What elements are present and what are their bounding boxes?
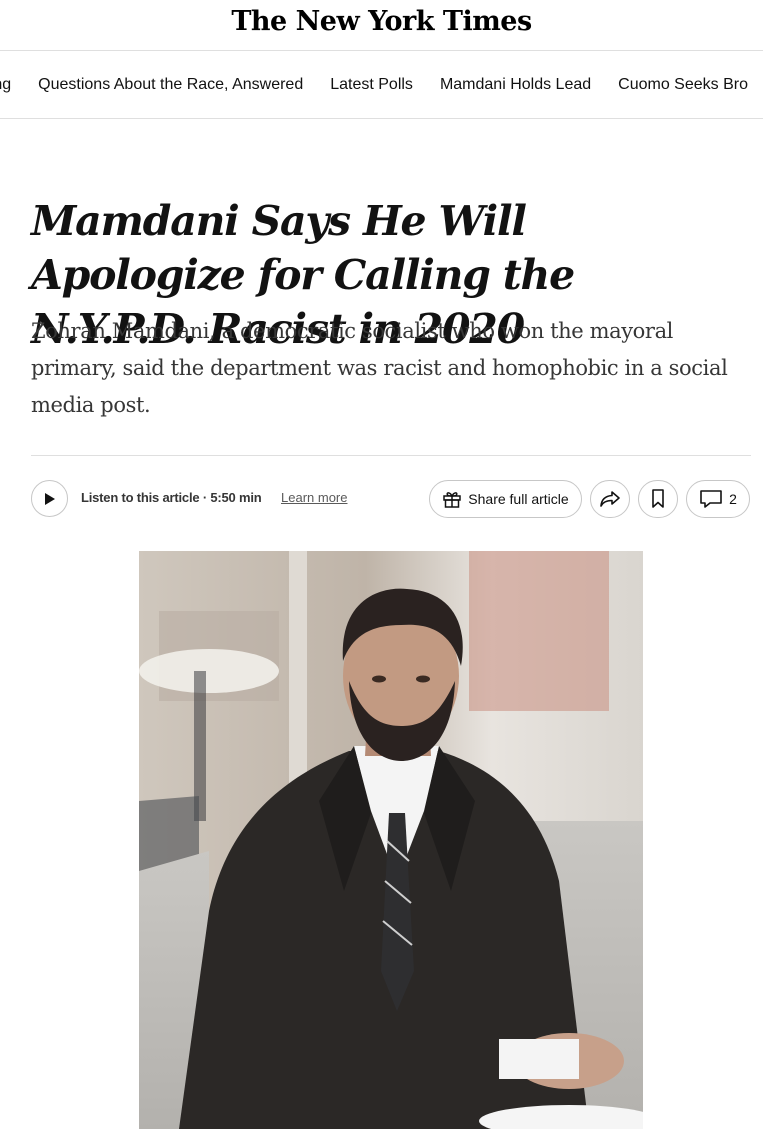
share-full-article-label: Share full article: [468, 491, 569, 507]
topic-ribbon: nning Questions About the Race, Answered…: [0, 51, 763, 119]
ribbon-item-mamdani-lead[interactable]: Mamdani Holds Lead: [440, 75, 591, 95]
share-button[interactable]: [590, 480, 630, 518]
ribbon-item-questions[interactable]: Questions About the Race, Answered: [38, 75, 303, 95]
play-icon: [44, 492, 55, 505]
play-audio-button[interactable]: [31, 480, 68, 517]
save-button[interactable]: [638, 480, 678, 518]
comments-count: 2: [729, 491, 737, 507]
listen-duration-text: Listen to this article · 5:50 min: [81, 490, 262, 505]
comments-button[interactable]: 2: [686, 480, 750, 518]
share-arrow-icon: [600, 491, 620, 507]
article-summary: Zohran Mamdani, a democratic socialist w…: [31, 319, 728, 417]
masthead: The New York Times: [0, 0, 763, 51]
nyt-logo[interactable]: The New York Times: [0, 6, 763, 37]
ribbon-item[interactable]: nning: [0, 75, 11, 95]
ribbon-item-cuomo[interactable]: Cuomo Seeks Bro: [618, 75, 748, 95]
portrait-illustration: [139, 551, 643, 1129]
gift-icon: [443, 492, 462, 508]
comment-icon: [700, 490, 722, 508]
article-photo: [139, 551, 643, 1129]
bookmark-icon: [652, 489, 664, 508]
ribbon-item-latest-polls[interactable]: Latest Polls: [330, 75, 413, 95]
divider: [31, 455, 751, 456]
topic-ribbon-track: nning Questions About the Race, Answered…: [0, 75, 763, 95]
learn-more-link[interactable]: Learn more: [281, 490, 347, 506]
share-full-article-button[interactable]: Share full article: [429, 480, 582, 518]
